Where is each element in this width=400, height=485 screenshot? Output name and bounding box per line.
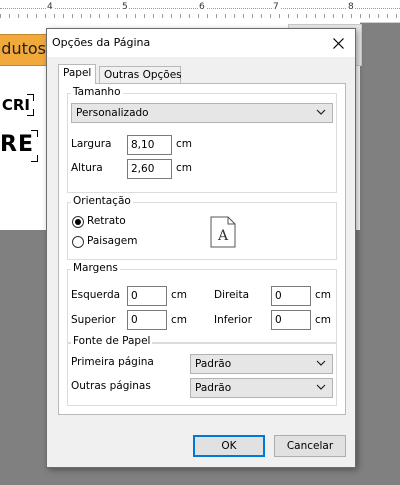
- selection-handle: [31, 130, 38, 137]
- tab-outras-opcoes[interactable]: Outras Opções: [99, 66, 182, 84]
- selection-handle: [27, 109, 34, 116]
- ok-button[interactable]: OK: [193, 435, 265, 457]
- canvas-banner-text: dutos: [1, 39, 46, 58]
- page-options-dialog: Opções da Página Papel Outras Opções Tam…: [46, 28, 356, 468]
- canvas-text-field-1[interactable]: CRI: [0, 96, 30, 114]
- close-button[interactable]: [321, 29, 355, 57]
- canvas-banner-field[interactable]: dutos: [0, 34, 47, 66]
- tab-papel[interactable]: Papel: [58, 64, 96, 84]
- paper-source-rows: [58, 83, 346, 415]
- cancel-button[interactable]: Cancelar: [274, 435, 346, 457]
- ruler-ticks: [0, 14, 400, 18]
- ruler-number: 7: [272, 2, 280, 12]
- selection-handle: [31, 155, 38, 162]
- dialog-title: Opções da Página: [52, 36, 151, 49]
- ruler-number: 4: [46, 2, 54, 12]
- canvas-text-field-2[interactable]: REC: [0, 132, 34, 157]
- ruler-number: 8: [347, 2, 355, 12]
- close-icon: [332, 37, 344, 49]
- ruler-number: 6: [198, 2, 206, 12]
- horizontal-ruler: 4 5 6 7 8: [0, 0, 400, 23]
- dialog-titlebar[interactable]: Opções da Página: [47, 29, 355, 57]
- ruler-number: 5: [121, 2, 129, 12]
- selection-handle: [27, 94, 34, 101]
